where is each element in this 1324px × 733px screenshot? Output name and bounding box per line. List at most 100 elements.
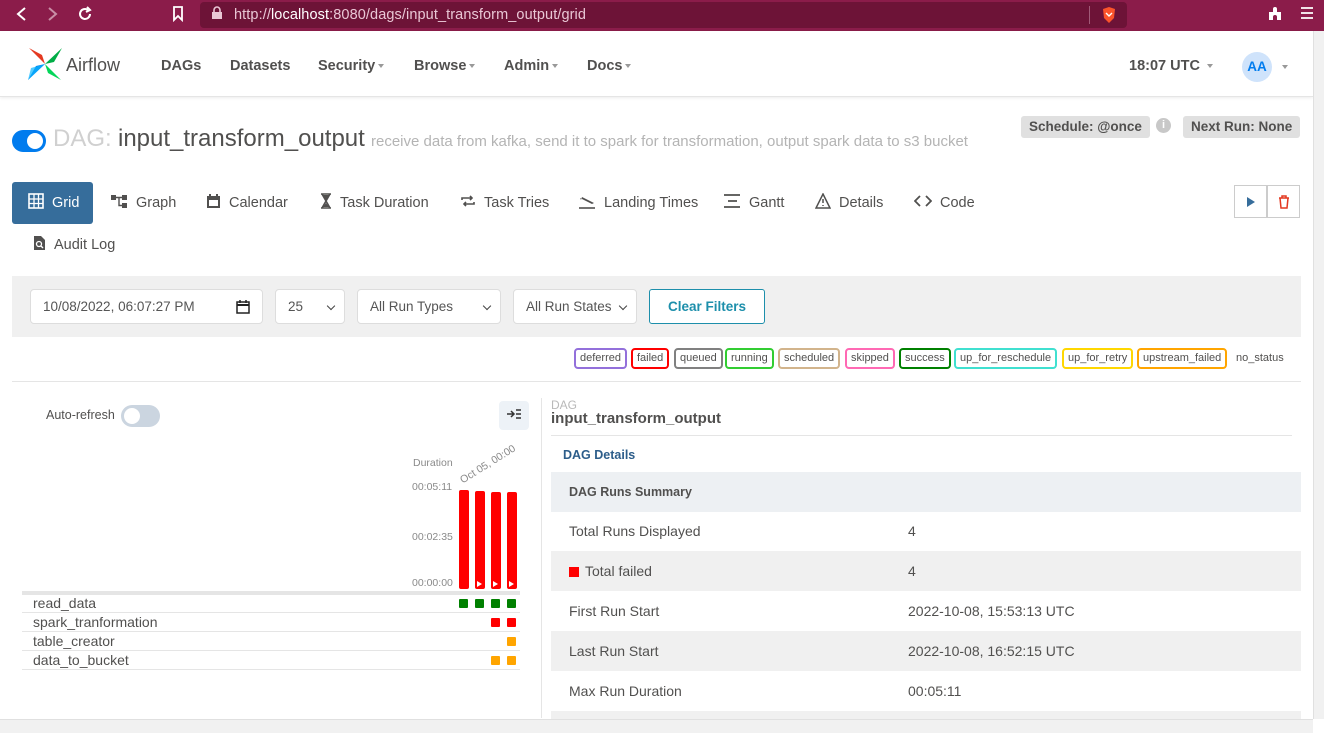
tab-calendar-label: Calendar <box>229 195 288 211</box>
tab-calendar[interactable]: Calendar <box>206 182 288 224</box>
brave-shield-icon[interactable] <box>1100 6 1118 24</box>
tab-graph[interactable]: Graph <box>110 182 176 224</box>
summary-value: 2022-10-08, 15:53:13 UTC <box>908 603 1075 619</box>
task-instance-square[interactable] <box>491 656 500 665</box>
details-title: input_transform_output <box>551 410 721 427</box>
user-avatar[interactable]: AA <box>1242 52 1272 82</box>
task-instance-square[interactable] <box>491 618 500 627</box>
base-date-input[interactable]: 10/08/2022, 06:07:27 PM <box>30 289 263 324</box>
back-icon[interactable] <box>12 6 30 24</box>
tab-details[interactable]: Details <box>814 182 884 224</box>
warning-icon <box>814 192 832 213</box>
nav-admin[interactable]: Admin <box>504 58 559 74</box>
tab-gantt-label: Gantt <box>749 195 785 211</box>
legend-no-status[interactable]: no_status <box>1236 352 1284 364</box>
task-instance-square[interactable] <box>475 599 484 608</box>
tab-details-label: Details <box>839 195 884 211</box>
bookmark-icon[interactable] <box>169 6 187 24</box>
dag-title: input_transform_output <box>118 125 365 152</box>
task-row-read-data[interactable]: read_data <box>22 594 520 613</box>
clear-filters-button[interactable]: Clear Filters <box>649 289 765 324</box>
auto-refresh-toggle[interactable] <box>121 405 160 427</box>
task-name: spark_tranformation <box>33 614 158 630</box>
forward-icon[interactable] <box>44 6 62 24</box>
legend-failed[interactable]: failed <box>631 348 670 369</box>
dag-run-bar[interactable] <box>459 490 469 589</box>
tab-grid-label: Grid <box>52 195 80 211</box>
run-type-select[interactable]: All Run Types <box>357 289 501 324</box>
tab-code-label: Code <box>940 195 975 211</box>
address-bar[interactable]: http://localhost:8080/dags/input_transfo… <box>200 2 1127 28</box>
clock-time: 18:07 UTC <box>1129 58 1200 74</box>
calendar-picker-icon[interactable] <box>236 299 250 317</box>
dag-pause-toggle[interactable] <box>12 130 46 152</box>
tab-task-tries[interactable]: Task Tries <box>460 182 549 224</box>
tab-audit-log[interactable]: Audit Log <box>33 224 115 266</box>
collapse-arrow-icon <box>507 409 521 419</box>
nav-security[interactable]: Security <box>318 58 385 74</box>
divider <box>12 381 1301 382</box>
task-instance-square[interactable] <box>507 656 516 665</box>
num-runs-select[interactable]: 25 <box>275 289 345 324</box>
tab-task-duration[interactable]: Task Duration <box>320 182 429 224</box>
extensions-icon[interactable] <box>1266 6 1284 24</box>
auto-refresh-label: Auto-refresh <box>46 408 115 422</box>
clock-dropdown[interactable]: 18:07 UTC <box>1129 58 1213 74</box>
task-instance-square[interactable] <box>459 599 468 608</box>
nav-dags[interactable]: DAGs <box>161 58 201 74</box>
nav-datasets[interactable]: Datasets <box>230 58 290 74</box>
summary-row: Max Run Duration 00:05:11 <box>551 671 1301 711</box>
legend-up-for-retry[interactable]: up_for_retry <box>1062 348 1134 369</box>
summary-key: First Run Start <box>569 603 660 619</box>
address-divider <box>1089 6 1090 24</box>
vertical-scrollbar[interactable] <box>1313 31 1324 719</box>
dag-description: receive data from kafka, send it to spar… <box>371 133 968 150</box>
site-info-icon[interactable] <box>208 6 226 24</box>
reload-icon[interactable] <box>76 6 94 24</box>
trigger-dag-button[interactable] <box>1234 185 1267 218</box>
summary-row: First Run Start 2022-10-08, 15:53:13 UTC <box>551 591 1301 631</box>
legend-success[interactable]: success <box>899 348 951 369</box>
tab-code[interactable]: Code <box>913 182 975 224</box>
schedule-badge: Schedule: @once <box>1021 116 1150 138</box>
info-icon[interactable]: i <box>1156 118 1171 133</box>
nav-browse[interactable]: Browse <box>414 58 476 74</box>
legend-running[interactable]: running <box>725 348 774 369</box>
audit-icon <box>33 235 46 255</box>
dag-details-link[interactable]: DAG Details <box>563 448 635 462</box>
nav-docs-label: Docs <box>587 58 623 74</box>
nav-docs[interactable]: Docs <box>587 58 632 74</box>
task-instance-square[interactable] <box>507 618 516 627</box>
graph-icon <box>110 193 128 213</box>
legend-upstream-failed[interactable]: upstream_failed <box>1137 348 1228 369</box>
dag-run-bar[interactable] <box>475 491 485 589</box>
airflow-logo-icon[interactable] <box>26 46 64 87</box>
task-row-spark-tranformation[interactable]: spark_tranformation <box>22 613 520 632</box>
legend-scheduled[interactable]: scheduled <box>778 348 841 369</box>
collapse-details-button[interactable] <box>499 401 529 430</box>
run-state-select[interactable]: All Run States <box>513 289 637 324</box>
nav-browse-label: Browse <box>414 58 467 74</box>
delete-dag-button[interactable] <box>1267 185 1300 218</box>
menu-icon[interactable] <box>1298 6 1316 24</box>
summary-row: Last Run Start 2022-10-08, 16:52:15 UTC <box>551 631 1301 671</box>
legend-skipped[interactable]: skipped <box>845 348 895 369</box>
legend-deferred[interactable]: deferred <box>574 348 627 369</box>
task-row-data-to-bucket[interactable]: data_to_bucket <box>22 651 520 670</box>
caret-down-icon[interactable] <box>1282 65 1288 69</box>
tab-grid[interactable]: Grid <box>12 182 93 224</box>
dag-run-bar[interactable] <box>491 492 501 589</box>
brand-name[interactable]: Airflow <box>66 55 120 76</box>
tab-landing-times[interactable]: Landing Times <box>578 182 698 224</box>
task-instance-square[interactable] <box>507 637 516 646</box>
tab-gantt[interactable]: Gantt <box>723 182 784 224</box>
legend-up-for-reschedule[interactable]: up_for_reschedule <box>954 348 1058 369</box>
base-date-value: 10/08/2022, 06:07:27 PM <box>43 299 195 314</box>
task-instance-square[interactable] <box>507 599 516 608</box>
horizontal-scrollbar[interactable] <box>0 719 1313 733</box>
task-instance-square[interactable] <box>491 599 500 608</box>
task-row-table-creator[interactable]: table_creator <box>22 632 520 651</box>
dag-run-bar[interactable] <box>507 492 517 589</box>
num-runs-value: 25 <box>288 299 304 314</box>
legend-queued[interactable]: queued <box>674 348 723 369</box>
